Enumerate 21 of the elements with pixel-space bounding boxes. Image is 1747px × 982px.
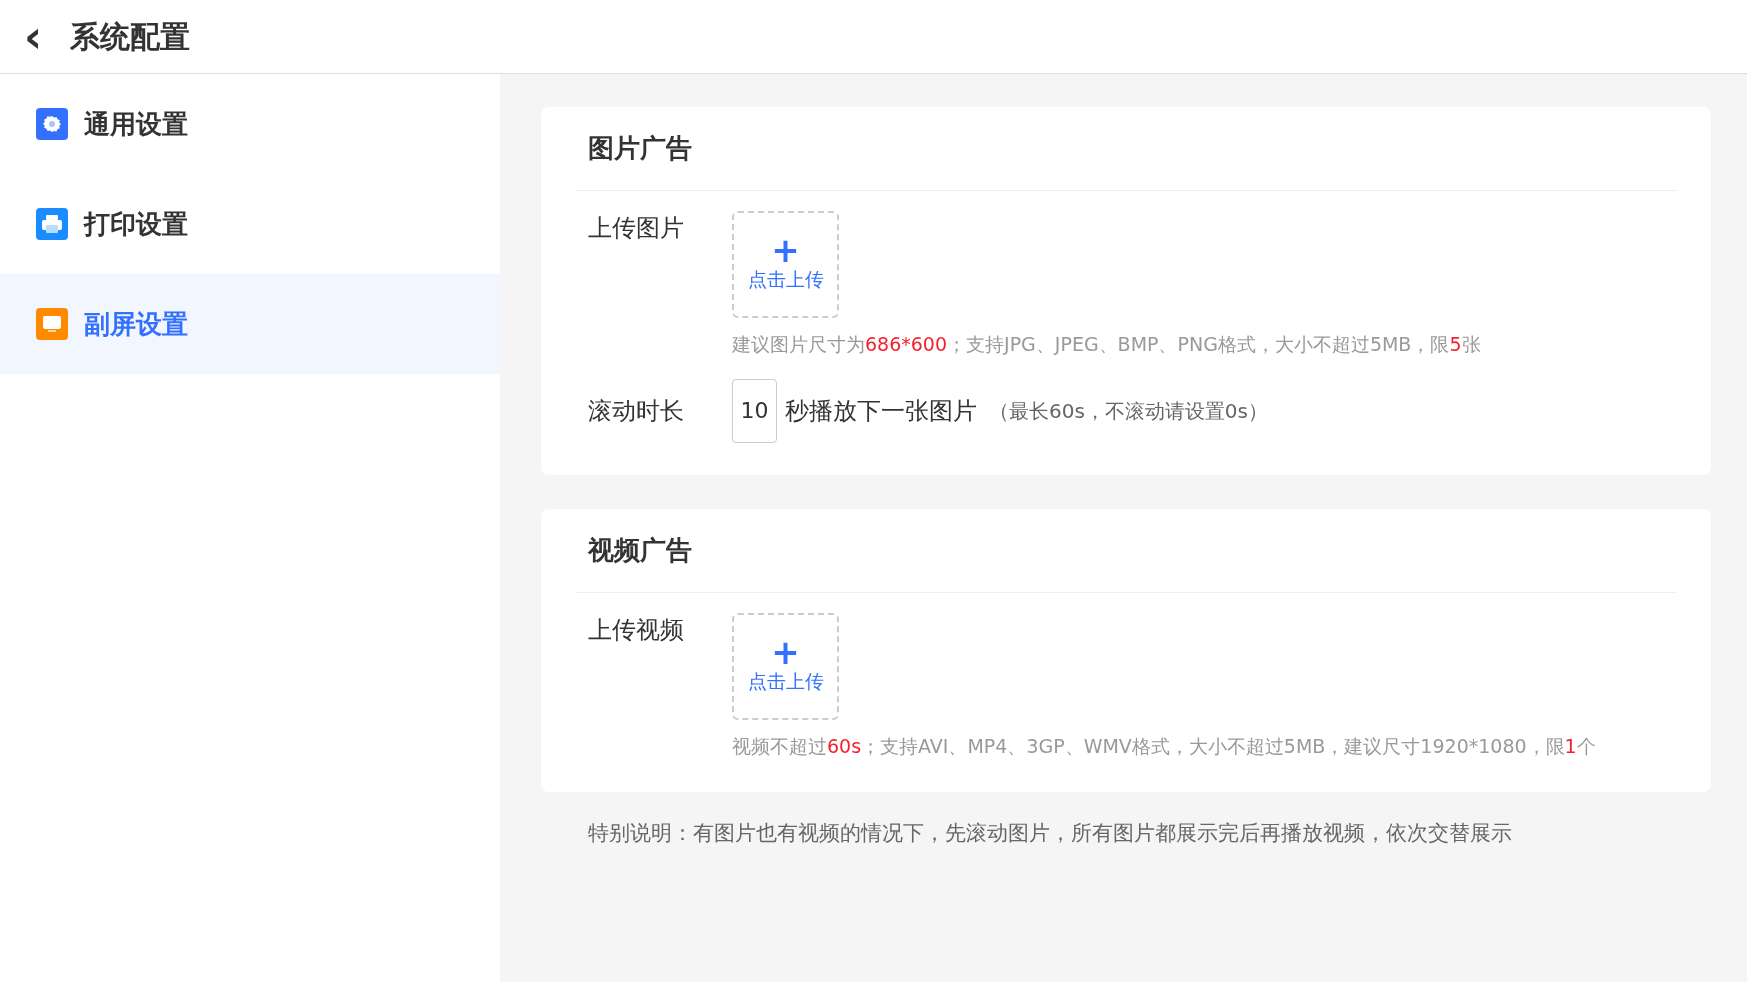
field-label: 滚动时长 — [588, 395, 685, 427]
sidebar-item[interactable]: 打印设置 — [0, 174, 500, 274]
sidebar-item[interactable]: 通用设置 — [0, 74, 500, 174]
monitor-icon — [36, 308, 68, 340]
sidebar-item[interactable]: 副屏设置 — [0, 274, 500, 374]
upload-hint: 视频不超过60s；支持AVI、MP4、3GP、WMV格式，大小不超过5MB，建议尺寸1920*1080，限1个 — [732, 733, 1596, 759]
upload-button[interactable]: + 点击上传 — [732, 211, 839, 318]
card-title: 视频广告 — [588, 533, 692, 567]
card-title: 图片广告 — [588, 132, 692, 165]
back-button[interactable]: ‹ — [24, 14, 43, 59]
duration-note: （最长60s，不滚动请设置0s） — [989, 397, 1268, 425]
footnote: 特别说明：有图片也有视频的情况下，先滚动图片，所有图片都展示完后再播放视频，依次交替展示 — [587, 820, 1513, 847]
field-label: 上传视频 — [588, 614, 685, 646]
gear-icon — [36, 108, 68, 140]
upload-hint: 建议图片尺寸为686*600；支持JPG、JPEG、BMP、PNG格式，大小不超过5MB，限5张 — [732, 332, 1481, 357]
duration-suffix: 秒播放下一张图片 — [785, 395, 977, 427]
duration-input[interactable]: 10 — [732, 378, 777, 443]
field-label: 上传图片 — [588, 213, 685, 244]
printer-icon — [36, 208, 68, 240]
upload-button[interactable]: + 点击上传 — [732, 612, 839, 720]
page-title: 系统配置 — [70, 18, 191, 56]
